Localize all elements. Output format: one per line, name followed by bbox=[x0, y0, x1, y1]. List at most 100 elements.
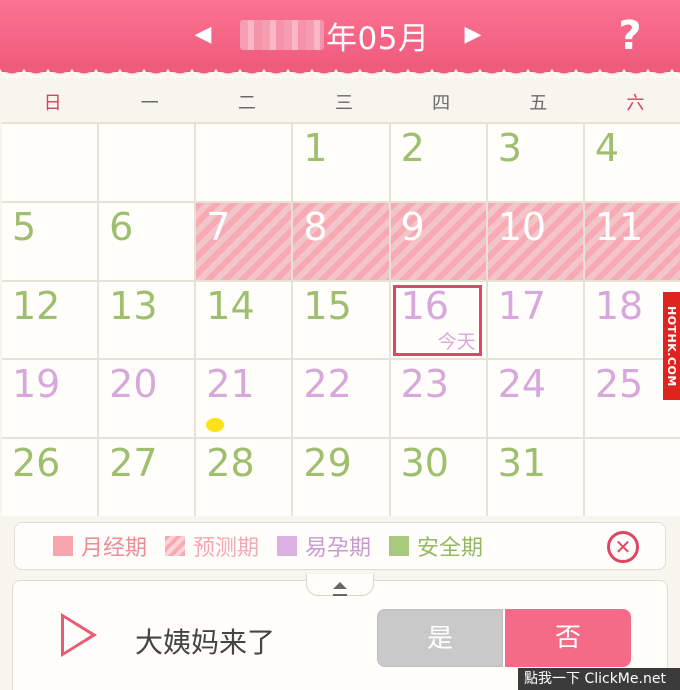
weekday-sun: 日 bbox=[43, 93, 62, 114]
period-swatch-icon bbox=[53, 536, 73, 556]
day-cell-6[interactable]: 6 bbox=[99, 202, 195, 280]
close-legend-icon[interactable]: ✕ bbox=[607, 531, 639, 563]
ovulation-dot-icon bbox=[206, 418, 225, 433]
day-number: 24 bbox=[497, 362, 547, 407]
day-cell-3[interactable]: 3 bbox=[487, 124, 583, 201]
safe-swatch-icon bbox=[389, 536, 410, 556]
day-cell-23[interactable]: 23 bbox=[390, 360, 486, 438]
play-icon-inner bbox=[64, 618, 91, 652]
yes-button[interactable]: 是 bbox=[377, 609, 503, 667]
day-cell-27[interactable]: 27 bbox=[99, 439, 195, 516]
today-label: 今天 bbox=[437, 331, 476, 354]
day-number: 2 bbox=[400, 126, 425, 170]
day-cell-7[interactable]: 7 bbox=[196, 202, 292, 280]
day-number: 20 bbox=[109, 362, 158, 407]
day-number: 8 bbox=[303, 204, 328, 249]
day-number: 11 bbox=[594, 204, 644, 249]
collapse-panel-button[interactable] bbox=[306, 574, 374, 596]
day-cell-19[interactable]: 19 bbox=[2, 360, 98, 438]
weekday-row: 日 一 二 三 四 五 六 bbox=[0, 86, 680, 122]
day-cell-17[interactable]: 17 bbox=[487, 281, 583, 359]
legend-bar: 月经期 预测期 易孕期 安全期 ✕ bbox=[14, 522, 666, 570]
day-cell-14[interactable]: 14 bbox=[196, 281, 292, 359]
day-number: 29 bbox=[303, 441, 352, 486]
day-number: 26 bbox=[12, 441, 61, 486]
help-button[interactable]: ? bbox=[612, 14, 648, 58]
legend-predict-label: 预测期 bbox=[193, 536, 260, 561]
no-button[interactable]: 否 bbox=[505, 609, 631, 667]
day-number: 27 bbox=[109, 441, 158, 486]
day-cell-24[interactable]: 24 bbox=[487, 360, 583, 438]
day-cell-15[interactable]: 15 bbox=[293, 281, 389, 359]
weekday-mon: 一 bbox=[140, 93, 159, 114]
empty-day-cell bbox=[584, 439, 680, 516]
legend-period: 月经期 bbox=[53, 530, 147, 562]
collapse-arrow-icon bbox=[333, 582, 347, 589]
day-cell-2[interactable]: 2 bbox=[390, 124, 486, 201]
empty-day-cell bbox=[196, 124, 292, 201]
legend-fertile-label: 易孕期 bbox=[305, 536, 372, 561]
day-number: 18 bbox=[594, 283, 644, 328]
day-number: 21 bbox=[206, 362, 255, 407]
day-cell-10[interactable]: 10 bbox=[487, 202, 583, 280]
day-cell-26[interactable]: 26 bbox=[2, 439, 98, 516]
fertile-swatch-icon bbox=[277, 536, 298, 556]
day-number: 4 bbox=[594, 126, 620, 170]
day-number: 1 bbox=[303, 126, 328, 170]
day-cell-31[interactable]: 31 bbox=[487, 439, 583, 516]
day-cell-1[interactable]: 1 bbox=[293, 124, 389, 201]
legend-period-label: 月经期 bbox=[81, 536, 148, 561]
period-question: 大姨妈来了 bbox=[135, 626, 276, 659]
day-number: 12 bbox=[12, 283, 61, 328]
day-cell-8[interactable]: 8 bbox=[293, 202, 389, 280]
prev-month-icon[interactable]: ◀ bbox=[188, 20, 218, 50]
day-number: 22 bbox=[303, 362, 352, 407]
legend-predict: 预测期 bbox=[165, 530, 259, 562]
day-number: 15 bbox=[303, 283, 352, 328]
next-month-icon[interactable]: ▶ bbox=[458, 20, 488, 50]
legend-fertile: 易孕期 bbox=[277, 530, 371, 562]
day-cell-16[interactable]: 16 今天 bbox=[390, 281, 486, 359]
day-number: 30 bbox=[400, 441, 449, 486]
day-number: 17 bbox=[497, 283, 547, 328]
day-cell-13[interactable]: 13 bbox=[99, 281, 195, 359]
day-number: 31 bbox=[497, 441, 547, 486]
day-number: 3 bbox=[497, 126, 522, 170]
header-scallop-edge bbox=[0, 63, 680, 83]
weekday-tue: 二 bbox=[237, 93, 256, 114]
day-cell-20[interactable]: 20 bbox=[99, 360, 195, 438]
weekday-sat: 六 bbox=[626, 93, 645, 114]
weekday-thu: 四 bbox=[432, 93, 451, 114]
month-title-text: 年05月 bbox=[326, 20, 430, 57]
day-number: 25 bbox=[594, 362, 644, 407]
day-cell-29[interactable]: 29 bbox=[293, 439, 389, 516]
legend-safe: 安全期 bbox=[389, 530, 483, 562]
day-cell-28[interactable]: 28 bbox=[196, 439, 292, 516]
day-number: 7 bbox=[206, 204, 231, 249]
day-cell-30[interactable]: 30 bbox=[390, 439, 486, 516]
day-number: 14 bbox=[206, 283, 255, 328]
legend-safe-label: 安全期 bbox=[417, 536, 484, 561]
day-cell-5[interactable]: 5 bbox=[2, 202, 98, 280]
day-cell-21[interactable]: 21 bbox=[196, 360, 292, 438]
month-title: 年05月 bbox=[240, 12, 429, 58]
day-number: 13 bbox=[109, 283, 158, 328]
day-cell-11[interactable]: 11 bbox=[584, 202, 680, 280]
day-number: 10 bbox=[497, 204, 547, 249]
predict-swatch-icon bbox=[165, 536, 186, 556]
day-number: 9 bbox=[400, 204, 425, 249]
weekday-fri: 五 bbox=[529, 93, 548, 114]
day-number: 5 bbox=[12, 204, 37, 249]
calendar-grid: 1 2 3 4 5 6 7 8 9 10 11 12 13 14 15 16 今天 17 18 19 20 21 22 23 2… bbox=[2, 122, 680, 516]
collapse-bar-icon bbox=[333, 594, 347, 596]
weekday-wed: 三 bbox=[334, 93, 353, 114]
day-cell-12[interactable]: 12 bbox=[2, 281, 98, 359]
clickme-watermark: 點我一下 ClickMe.net bbox=[518, 668, 680, 690]
day-number: 6 bbox=[109, 204, 134, 249]
day-cell-22[interactable]: 22 bbox=[293, 360, 389, 438]
day-number: 28 bbox=[206, 441, 255, 486]
day-cell-9[interactable]: 9 bbox=[390, 202, 486, 280]
day-cell-4[interactable]: 4 bbox=[584, 124, 680, 201]
day-number: 23 bbox=[400, 362, 449, 407]
side-watermark-tag: HOTHK.COM bbox=[663, 292, 680, 400]
